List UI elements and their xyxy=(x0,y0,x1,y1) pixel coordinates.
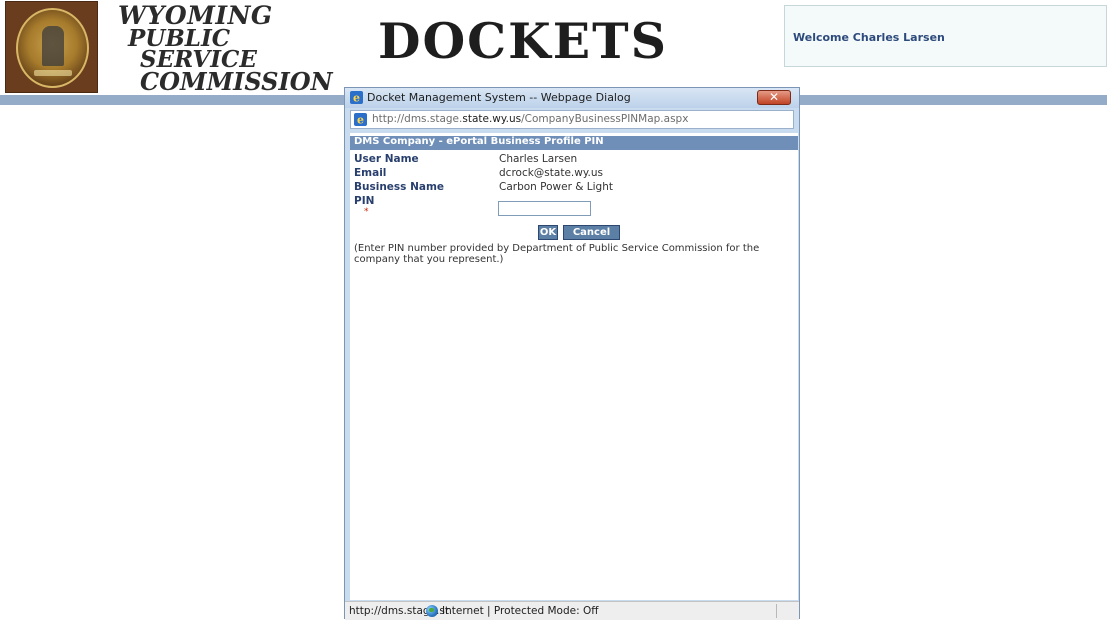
commission-seal-logo xyxy=(5,1,98,93)
brand-line-1: WYOMING xyxy=(118,1,273,30)
dockets-title: DOCKETS xyxy=(378,12,668,70)
brand-line-4: COMMISSION xyxy=(140,67,333,96)
dialog-title: Docket Management System -- Webpage Dial… xyxy=(367,91,631,104)
dialog-address-bar: e http://dms.stage.state.wy.us/CompanyBu… xyxy=(350,110,794,129)
seal-figure xyxy=(42,26,64,66)
url-domain: state.wy.us xyxy=(462,113,522,125)
seal-emblem xyxy=(16,8,89,88)
pin-label: PIN xyxy=(354,195,375,207)
welcome-text: Welcome Charles Larsen xyxy=(793,31,945,44)
pin-input[interactable] xyxy=(498,201,591,216)
dialog-title-bar[interactable]: e Docket Management System -- Webpage Di… xyxy=(345,88,799,108)
security-zone: Internet | Protected Mode: Off xyxy=(442,605,599,617)
close-icon: ✕ xyxy=(768,90,780,104)
business-name-label: Business Name xyxy=(354,181,445,193)
user-name-value: Charles Larsen xyxy=(499,153,578,165)
section-title: DMS Company - ePortal Business Profile P… xyxy=(354,136,604,147)
status-divider xyxy=(776,604,777,618)
url-path: /CompanyBusinessPINMap.aspx xyxy=(521,113,689,125)
dialog-status-bar: http://dms.stage.st Internet | Protected… xyxy=(345,601,799,620)
welcome-panel: Welcome Charles Larsen xyxy=(784,5,1107,67)
webpage-dialog: e Docket Management System -- Webpage Di… xyxy=(344,87,800,620)
cancel-button[interactable]: Cancel xyxy=(563,225,620,240)
required-marker: * xyxy=(364,207,369,217)
user-name-label: User Name xyxy=(354,153,419,165)
seal-banner xyxy=(34,70,72,76)
page-icon: e xyxy=(354,113,367,126)
ok-button[interactable]: OK xyxy=(538,225,558,240)
pin-help-text: (Enter PIN number provided by Department… xyxy=(354,243,760,265)
url-prefix: http://dms.stage. xyxy=(372,113,463,125)
dialog-url: http://dms.stage.state.wy.us/CompanyBusi… xyxy=(372,113,688,125)
svg-text:e: e xyxy=(353,92,360,105)
email-value: dcrock@state.wy.us xyxy=(499,167,604,179)
dialog-content: DMS Company - ePortal Business Profile P… xyxy=(350,133,798,600)
business-name-value: Carbon Power & Light xyxy=(499,181,613,193)
globe-icon xyxy=(426,605,438,617)
svg-text:e: e xyxy=(357,114,364,127)
internet-explorer-icon: e xyxy=(350,91,363,104)
dialog-close-button[interactable]: ✕ xyxy=(757,90,791,105)
section-header: DMS Company - ePortal Business Profile P… xyxy=(350,136,798,150)
email-label: Email xyxy=(354,167,387,179)
